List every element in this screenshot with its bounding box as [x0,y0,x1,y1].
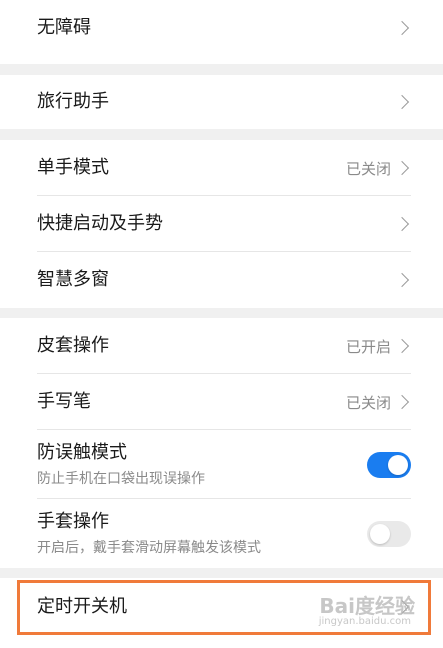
item-value: 已关闭 [345,159,391,178]
item-title: 无障碍 [37,17,91,38]
item-right [367,451,411,478]
chevron-right-icon [394,216,410,232]
item-right: 已开启 [346,336,411,357]
item-texts: 无障碍 [37,16,397,40]
item-right [394,599,411,615]
chevron-right-icon [394,20,410,36]
item-title: 单手模式 [37,157,109,178]
item-texts: 手写笔 [37,390,346,414]
settings-item-scheduled-power[interactable]: 定时开关机 [0,578,443,636]
settings-item-smart-multi-window[interactable]: 智慧多窗 [0,252,443,308]
item-right: 已关闭 [346,392,411,413]
settings-group-accessibility: 无障碍 [0,0,443,64]
item-texts: 单手模式 [37,156,346,180]
item-right [394,20,411,36]
item-title: 防误触模式 [37,441,127,463]
item-subtitle: 防止手机在口袋出现误操作 [37,470,205,487]
item-title: 手套操作 [37,510,109,532]
settings-item-glove-mode: 手套操作 开启后，戴手套滑动屏幕触发该模式 [0,499,443,568]
settings-item-quick-launch-gestures[interactable]: 快捷启动及手势 [0,196,443,252]
item-texts: 防误触模式 防止手机在口袋出现误操作 [37,441,367,489]
accidental-touch-toggle[interactable] [367,451,411,478]
chevron-right-icon [394,599,410,615]
item-title: 快捷启动及手势 [37,213,163,234]
settings-group-cover-stylus: 皮套操作 已开启 手写笔 已关闭 防误触模式 防止手机在口袋出现误操作 手套操作… [0,318,443,568]
item-right [394,216,411,232]
toggle-knob [370,523,390,544]
item-right [367,520,411,547]
settings-group-travel: 旅行助手 [0,75,443,129]
item-texts: 皮套操作 [37,334,346,358]
item-value: 已关闭 [345,393,391,412]
item-right: 已关闭 [346,158,411,179]
chevron-right-icon [394,272,410,288]
settings-group-schedule-power: 定时开关机 [0,578,443,648]
chevron-right-icon [394,160,410,176]
chevron-right-icon [394,338,410,354]
settings-item-travel-assistant[interactable]: 旅行助手 [0,75,443,129]
item-texts: 智慧多窗 [37,268,397,292]
item-right [394,94,411,110]
item-title: 皮套操作 [37,335,109,356]
settings-item-stylus[interactable]: 手写笔 已关闭 [0,374,443,430]
settings-item-one-hand-mode[interactable]: 单手模式 已关闭 [0,140,443,196]
toggle-knob [388,454,408,475]
item-title: 手写笔 [37,391,91,412]
settings-item-accidental-touch: 防误触模式 防止手机在口袋出现误操作 [0,430,443,499]
glove-mode-toggle[interactable] [367,520,411,547]
settings-item-cover-operation[interactable]: 皮套操作 已开启 [0,318,443,374]
item-value: 已开启 [345,337,391,356]
chevron-right-icon [394,394,410,410]
settings-group-gestures: 单手模式 已关闭 快捷启动及手势 智慧多窗 [0,140,443,308]
item-texts: 旅行助手 [37,90,397,114]
item-title: 智慧多窗 [37,269,109,290]
item-texts: 手套操作 开启后，戴手套滑动屏幕触发该模式 [37,510,367,558]
item-texts: 定时开关机 [37,595,397,619]
settings-item-accessibility[interactable]: 无障碍 [0,0,443,64]
item-subtitle: 开启后，戴手套滑动屏幕触发该模式 [37,539,261,556]
chevron-right-icon [394,94,410,110]
item-right [394,272,411,288]
item-title: 定时开关机 [37,596,127,617]
item-texts: 快捷启动及手势 [37,212,397,236]
item-title: 旅行助手 [37,91,109,112]
